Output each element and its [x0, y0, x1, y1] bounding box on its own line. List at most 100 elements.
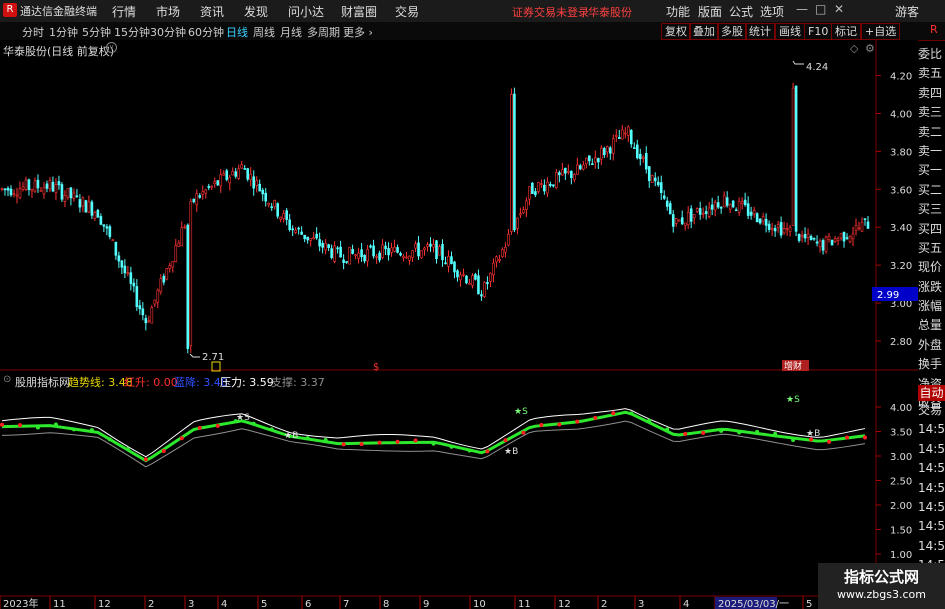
- draw-line-button[interactable]: 画线: [775, 23, 805, 40]
- guest-account[interactable]: 游客: [895, 3, 919, 20]
- menu-formula[interactable]: 公式: [729, 3, 753, 20]
- menu-trade[interactable]: 交易: [395, 3, 419, 20]
- candle-body: [600, 147, 603, 160]
- candle-body: [842, 231, 846, 242]
- current-stock-alert[interactable]: 华泰股份: [588, 4, 632, 20]
- stats-button[interactable]: 统计: [745, 23, 775, 40]
- menu-quotes[interactable]: 行情: [112, 3, 136, 20]
- stock-chart[interactable]: 4.20 4.00 3.80 3.60 3.40 3.20 3.00 2.80 4.00 3.5…: [0, 40, 918, 609]
- candle-body: [126, 272, 130, 274]
- menu-market[interactable]: 市场: [156, 3, 180, 20]
- candle-body: [429, 243, 432, 247]
- candle-body: [734, 209, 738, 212]
- candle-body: [33, 180, 37, 192]
- candle-body: [291, 228, 294, 231]
- trend-dot: [413, 438, 418, 443]
- trend-dot: [143, 457, 148, 462]
- candle-body: [453, 261, 456, 273]
- period-60min[interactable]: 60分钟: [188, 24, 224, 40]
- date-tick-label: 11: [518, 599, 531, 609]
- multi-stock-button[interactable]: 多股: [717, 23, 747, 40]
- menu-discover[interactable]: 发现: [244, 3, 268, 20]
- mark-button[interactable]: 标记: [831, 23, 861, 40]
- auto-button[interactable]: 自动: [918, 385, 945, 401]
- chevron-down-icon[interactable]: v: [106, 42, 117, 53]
- period-30min[interactable]: 30分钟: [150, 24, 186, 40]
- period-daily[interactable]: 日线: [226, 24, 248, 40]
- buy-signal-label-2: ★B: [504, 447, 518, 457]
- candle-body: [240, 164, 244, 169]
- menu-layout[interactable]: 版面: [698, 3, 722, 20]
- candle-body: [189, 201, 193, 347]
- candle-body: [465, 275, 468, 284]
- candle-body: [351, 249, 354, 254]
- candle-body: [123, 265, 127, 274]
- candle-body: [198, 195, 202, 198]
- date-tick-label: 12: [558, 599, 571, 609]
- add-watchlist-button[interactable]: +自选: [861, 23, 901, 40]
- adjust-button[interactable]: 复权: [661, 23, 691, 40]
- candle-body: [797, 233, 801, 241]
- candle-body: [42, 187, 46, 195]
- trend-dot: [737, 430, 742, 435]
- period-more[interactable]: 更多 ›: [343, 24, 373, 40]
- stock-title[interactable]: 华泰股份(日线 前复权): [3, 43, 114, 59]
- maximize-icon[interactable]: □: [815, 2, 826, 16]
- support-value: 支撑: 3.37: [271, 376, 325, 389]
- candle-body: [411, 250, 414, 258]
- candle-body: [659, 182, 663, 194]
- menu-function[interactable]: 功能: [666, 3, 690, 20]
- candle-body: [69, 187, 73, 199]
- trend-dot: [107, 437, 112, 442]
- candle-body: [848, 236, 852, 243]
- event-marker[interactable]: $: [373, 362, 379, 373]
- candle-body: [614, 135, 618, 137]
- period-monthly[interactable]: 月线: [280, 24, 302, 40]
- period-15min[interactable]: 15分钟: [114, 24, 150, 40]
- trend-dot: [125, 447, 130, 452]
- period-multi[interactable]: 多周期: [307, 24, 340, 40]
- close-icon[interactable]: ✕: [834, 2, 844, 16]
- trend-dot: [629, 411, 634, 416]
- menu-ask[interactable]: 问小达: [288, 3, 324, 20]
- period-weekly[interactable]: 周线: [253, 24, 275, 40]
- period-timeshare[interactable]: 分时: [22, 24, 44, 40]
- candle-body: [537, 182, 540, 192]
- indicator-settings-icon[interactable]: ⊙: [3, 374, 11, 385]
- candle-body: [677, 219, 681, 222]
- trade-login-alert[interactable]: 证券交易未登录: [512, 4, 589, 20]
- trend-dot: [197, 425, 202, 430]
- menu-news[interactable]: 资讯: [200, 3, 224, 20]
- period-5min[interactable]: 5分钟: [82, 24, 111, 40]
- minimize-icon[interactable]: —: [796, 2, 808, 16]
- candle-body: [255, 180, 259, 186]
- indicator-tick-label: 2.50: [890, 477, 912, 488]
- trade-field-0: 交易: [918, 403, 943, 417]
- trade-field-4: 14:56: [918, 480, 945, 495]
- candle-body: [827, 235, 831, 240]
- diamond-icon[interactable]: ◇: [850, 42, 858, 55]
- period-1min[interactable]: 1分钟: [49, 24, 78, 40]
- candle-body: [635, 144, 639, 159]
- candle-body: [366, 249, 369, 262]
- candle-body: [342, 259, 345, 263]
- f10-button[interactable]: F10: [804, 23, 833, 40]
- quote-field-1: 卖五: [918, 66, 943, 81]
- candle-body: [192, 198, 196, 203]
- candle-body: [806, 233, 810, 238]
- overlay-button[interactable]: 叠加: [689, 23, 719, 40]
- quote-field-0: 委比: [918, 47, 943, 61]
- candle-body: [336, 247, 339, 250]
- candle-body: [21, 186, 25, 190]
- current-price-label: 2.99: [877, 290, 899, 301]
- candle-body: [770, 227, 774, 230]
- menu-options[interactable]: 选项: [760, 3, 784, 20]
- settings-icon[interactable]: ⚙: [865, 42, 875, 55]
- date-tick-label: 2023年: [3, 597, 38, 609]
- date-tick-label: 3: [638, 599, 644, 609]
- menu-wealth[interactable]: 财富圈: [341, 3, 377, 20]
- candle-body: [653, 177, 657, 182]
- candle-body: [135, 286, 139, 308]
- indicator-name[interactable]: 股朋指标网: [15, 374, 70, 390]
- trade-field-5: 14:56: [918, 499, 945, 514]
